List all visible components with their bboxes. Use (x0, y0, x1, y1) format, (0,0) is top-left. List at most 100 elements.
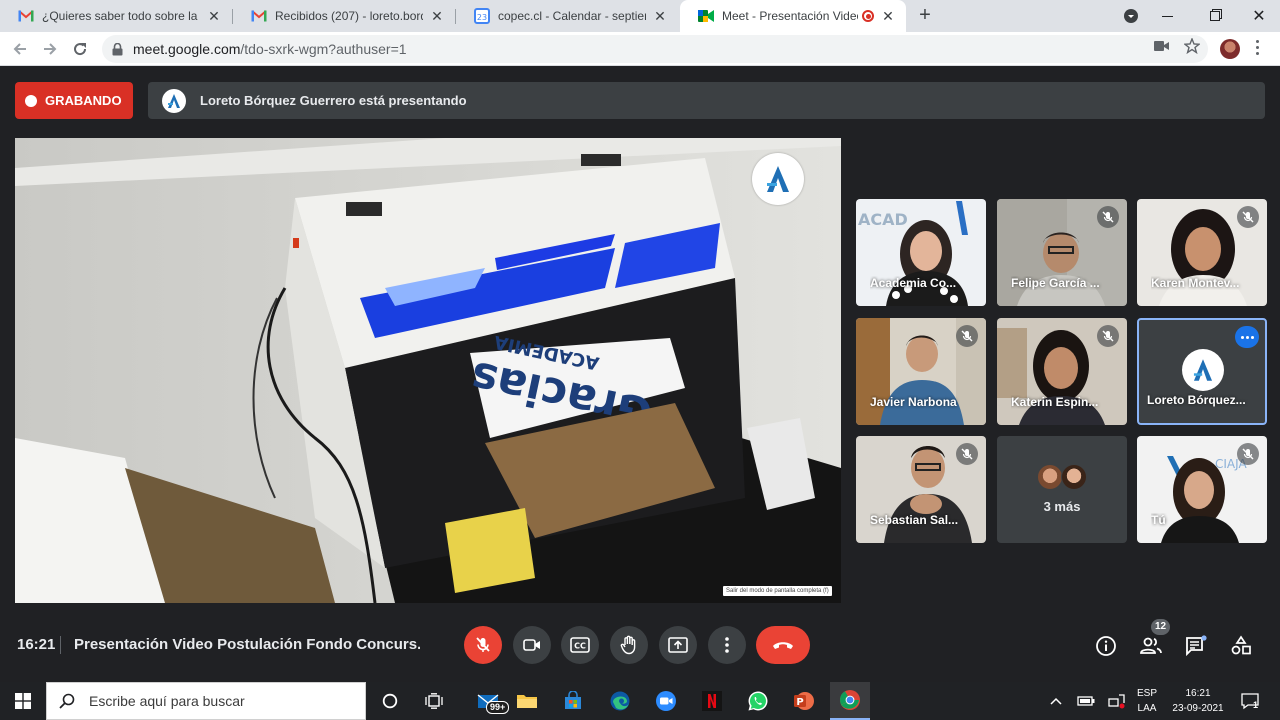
recording-icon (862, 10, 874, 22)
participant-name: Academia Co... (870, 276, 957, 290)
taskbar-edge[interactable] (600, 682, 640, 720)
taskbar-chrome[interactable] (830, 682, 870, 720)
hand-icon (620, 635, 636, 655)
close-window-button[interactable]: ✕ (1236, 0, 1280, 32)
tab-gmail-obe[interactable]: ¿Quieres saber todo sobre la obe ✕ (0, 0, 232, 32)
folder-icon (517, 695, 537, 708)
taskbar-whatsapp[interactable] (738, 682, 778, 720)
participant-tile[interactable]: Karen Montev... (1137, 199, 1267, 306)
taskbar-store[interactable] (553, 682, 593, 720)
meeting-title: Presentación Video Postulación Fondo Con… (74, 636, 420, 653)
camera-toggle-button[interactable] (513, 626, 551, 664)
tab-calendar[interactable]: 23 copec.cl - Calendar - septiembre ✕ (456, 0, 678, 32)
close-icon[interactable]: ✕ (652, 8, 668, 25)
arrow-left-icon (13, 43, 26, 55)
tray-battery[interactable] (1073, 682, 1099, 720)
camera-blocked-icon[interactable] (1154, 39, 1170, 53)
cortana-button[interactable] (370, 682, 410, 720)
tab-title: Meet - Presentación Video P (722, 9, 858, 23)
task-view-icon (425, 693, 443, 709)
participant-tile-presenter[interactable]: Loreto Bórquez... (1137, 318, 1267, 425)
taskbar-powerpoint[interactable]: P (784, 682, 824, 720)
participant-name: Sebastian Sal... (870, 513, 959, 527)
gmail-icon (18, 8, 34, 24)
tray-network[interactable] (1103, 682, 1129, 720)
more-participants-tile[interactable]: 3 más (997, 436, 1127, 543)
raise-hand-button[interactable] (610, 626, 648, 664)
taskbar-mail[interactable]: 99+ (468, 682, 510, 720)
browser-menu-button[interactable] (1256, 40, 1259, 55)
more-options-button[interactable] (708, 626, 746, 664)
minimize-icon (1161, 15, 1173, 17)
keyboard-layout-code: LAA (1137, 703, 1157, 714)
tab-gmail-inbox[interactable]: Recibidos (207) - loreto.borquez ✕ (233, 0, 455, 32)
participant-tile[interactable]: Javier Narbona (856, 318, 986, 425)
minimize-button[interactable] (1144, 0, 1190, 32)
forward-button[interactable] (37, 36, 63, 62)
present-screen-button[interactable] (659, 626, 697, 664)
system-clock[interactable]: 16:21 23-09-2021 (1166, 686, 1230, 716)
participant-tile[interactable]: Sebastian Sal... (856, 436, 986, 543)
participant-tile[interactable]: Katerin Espin... (997, 318, 1127, 425)
taskbar-zoom[interactable] (646, 682, 686, 720)
info-icon (1096, 636, 1116, 656)
new-tab-button[interactable]: + (912, 4, 938, 28)
microphone-toggle-button[interactable] (464, 626, 502, 664)
captions-button[interactable]: CC (561, 626, 599, 664)
search-placeholder: Escribe aquí para buscar (89, 693, 245, 709)
more-options-button[interactable] (1235, 326, 1259, 348)
lock-icon (112, 42, 123, 56)
close-icon[interactable]: ✕ (880, 8, 896, 25)
tab-meet[interactable]: Meet - Presentación Video P ✕ (680, 0, 906, 32)
start-button[interactable] (0, 682, 46, 720)
chat-button[interactable] (1183, 633, 1209, 659)
taskbar-file-explorer[interactable] (507, 682, 547, 720)
participant-name: Katerin Espin... (1011, 395, 1099, 409)
url-field[interactable]: meet.google.com/tdo-sxrk-wgm?authuser=1 (102, 35, 1208, 63)
reload-button[interactable] (67, 36, 93, 62)
back-button[interactable] (7, 36, 33, 62)
people-count-badge: 12 (1151, 619, 1170, 635)
taskbar-search-input[interactable]: Escribe aquí para buscar (46, 682, 366, 720)
participant-tile-self[interactable]: CIAJA Tú (1137, 436, 1267, 543)
maximize-button[interactable] (1192, 0, 1238, 32)
arrow-right-icon (44, 43, 57, 55)
zoom-icon (656, 691, 676, 711)
avatar (1061, 464, 1087, 490)
recording-badge: GRABANDO (15, 82, 133, 119)
participant-name: Loreto Bórquez... (1147, 393, 1246, 407)
meeting-details-button[interactable] (1093, 633, 1119, 659)
tab-title: Recibidos (207) - loreto.borquez (275, 9, 423, 23)
closed-captions-icon: CC (570, 637, 590, 653)
camera-icon (523, 639, 540, 651)
bookmark-star-icon[interactable] (1184, 38, 1200, 54)
presentation-video[interactable]: Gracias ACADEMIA Salir del modo de panta… (15, 138, 841, 603)
address-bar-row: meet.google.com/tdo-sxrk-wgm?authuser=1 (0, 32, 1280, 66)
tray-chevron-button[interactable] (1045, 682, 1067, 720)
chevron-down-icon (1124, 9, 1138, 23)
participant-avatar-stack (1037, 464, 1091, 490)
taskbar-netflix[interactable] (692, 682, 732, 720)
mic-off-icon (476, 637, 490, 652)
keyboard-language[interactable]: ESP LAA (1131, 686, 1163, 716)
participant-name: Javier Narbona (870, 395, 957, 409)
chrome-icon (839, 690, 860, 710)
activities-icon (1231, 635, 1251, 655)
profile-avatar[interactable] (1220, 39, 1240, 59)
leave-call-button[interactable] (756, 626, 810, 664)
network-icon (1108, 694, 1125, 709)
windows-taskbar: Escribe aquí para buscar 99+ P ESP LAA 1… (0, 682, 1280, 720)
close-icon[interactable]: ✕ (206, 8, 222, 25)
participant-tile[interactable]: ACAD Academia Co... (856, 199, 986, 306)
recording-label: GRABANDO (45, 93, 122, 108)
mic-off-icon (956, 443, 978, 465)
task-view-button[interactable] (414, 682, 454, 720)
notification-center-button[interactable]: 1 (1236, 682, 1264, 720)
browser-tab-bar: ¿Quieres saber todo sobre la obe ✕ Recib… (0, 0, 1280, 32)
activities-button[interactable] (1228, 633, 1254, 659)
people-button[interactable] (1138, 633, 1164, 659)
edge-icon (610, 691, 630, 711)
close-icon[interactable]: ✕ (429, 8, 445, 25)
participant-tile[interactable]: Felipe García ... (997, 199, 1127, 306)
more-vert-icon (725, 637, 729, 653)
